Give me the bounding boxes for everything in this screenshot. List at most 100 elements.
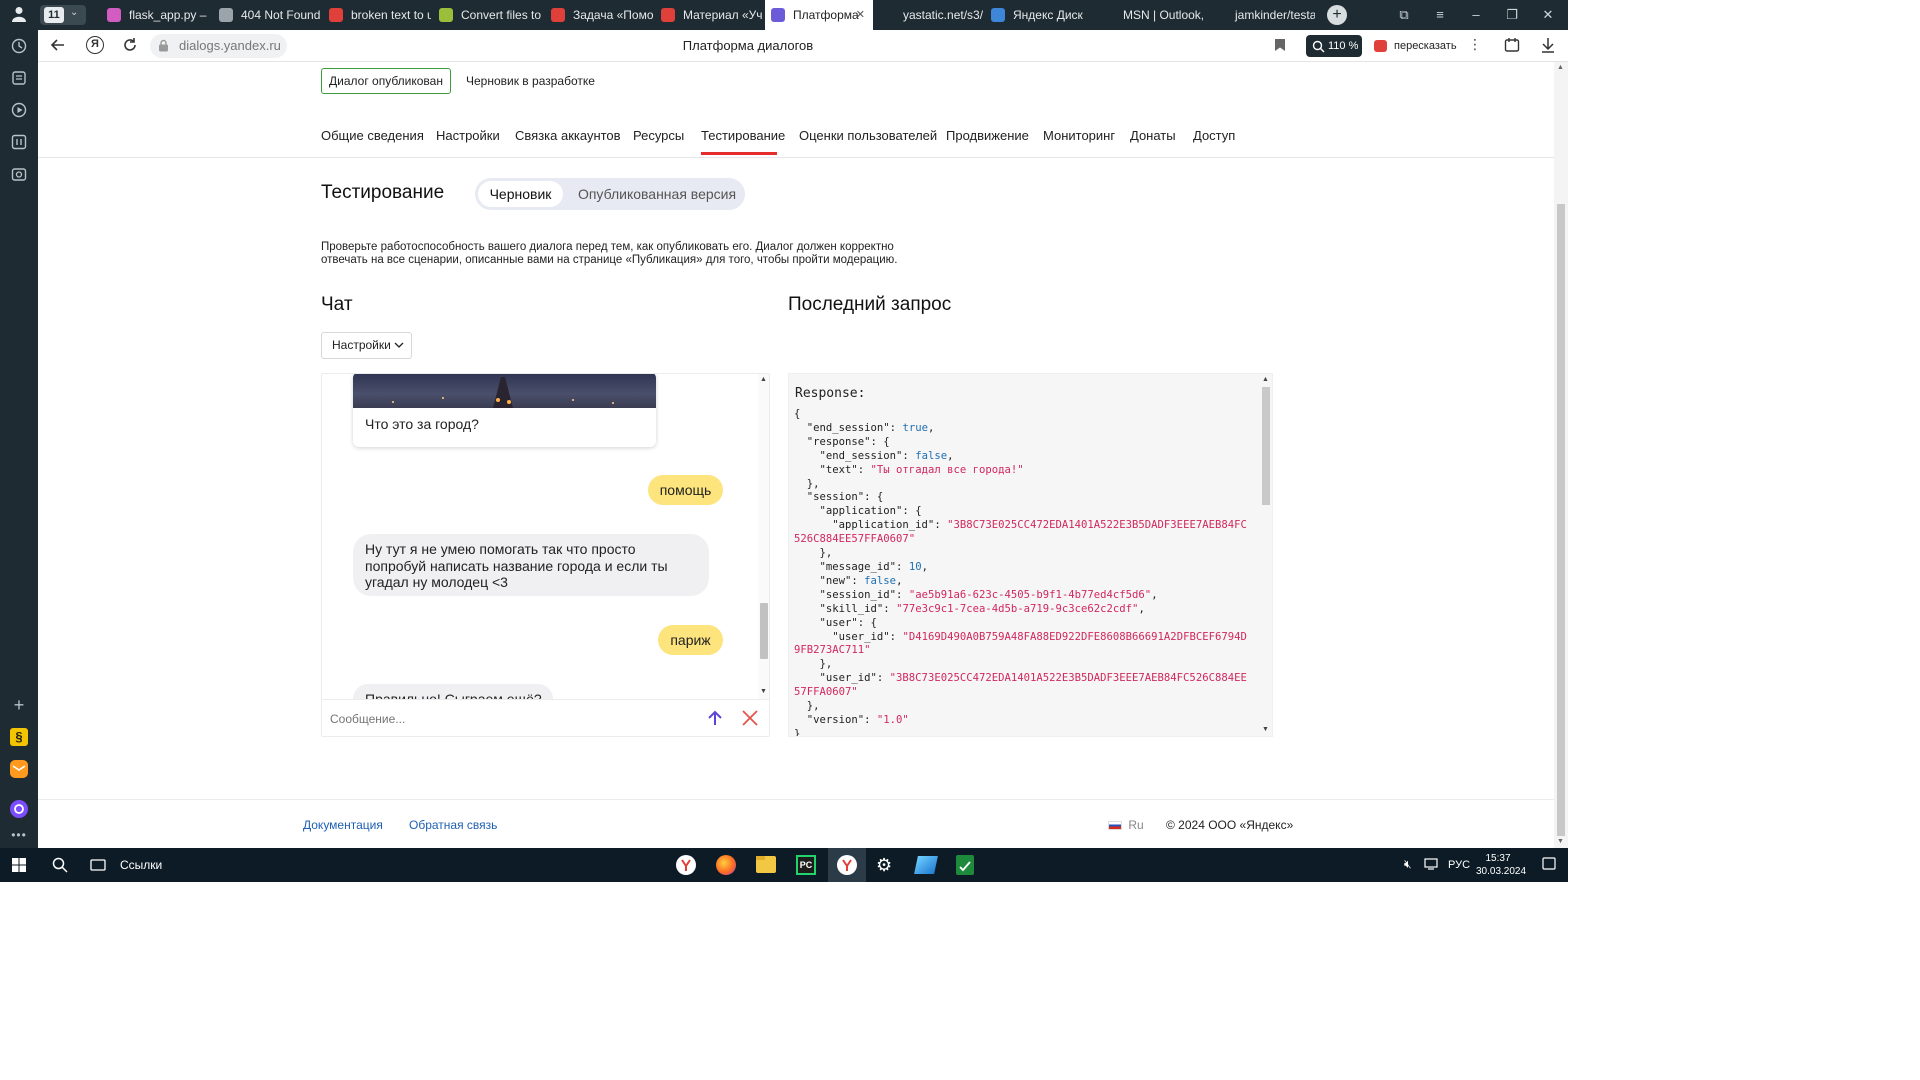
network-icon[interactable]: [1424, 857, 1440, 874]
scroll-down-arrow-icon[interactable]: ▼: [1557, 838, 1564, 845]
reload-icon[interactable]: [122, 37, 138, 56]
tabs-icon[interactable]: [10, 134, 28, 152]
tab-favicon-icon: [1101, 8, 1115, 22]
url-pill[interactable]: dialogs.yandex.ru: [150, 34, 287, 58]
tab-donations[interactable]: Донаты: [1130, 128, 1176, 143]
yandex-browser-active-icon[interactable]: [837, 855, 857, 875]
chat-scroll-thumb[interactable]: [760, 603, 768, 659]
user-message: париж: [658, 625, 723, 655]
restore-icon[interactable]: ❐: [1503, 6, 1521, 24]
retell-button[interactable]: пересказать: [1374, 35, 1458, 57]
clear-close-icon[interactable]: [742, 710, 758, 729]
downloads-panel-icon[interactable]: [1504, 37, 1520, 56]
notifications-icon[interactable]: [1542, 857, 1556, 874]
add-panel-icon[interactable]: +: [10, 696, 28, 714]
published-status-button[interactable]: Диалог опубликован: [321, 68, 451, 94]
browser-tab-bar: 11 ⌄ flask_app.py – r 404 Not Found broken…: [0, 0, 1568, 30]
clock-date: 30.03.2024: [1476, 866, 1527, 877]
pycharm-app-icon[interactable]: PC: [796, 855, 816, 875]
new-tab-plus-icon[interactable]: +: [1327, 5, 1347, 25]
chat-messages[interactable]: Что это за город? помощь Ну тут я не уме…: [322, 374, 758, 699]
windows-start-icon[interactable]: [12, 858, 26, 875]
mail-app-icon[interactable]: [10, 760, 28, 778]
language-label: Ru: [1128, 818, 1144, 832]
tab-settings[interactable]: Настройки: [436, 128, 500, 143]
tab-testing[interactable]: Тестирование: [701, 128, 785, 143]
page-scrollbar[interactable]: ▲ ▼: [1554, 62, 1568, 848]
browser-tab[interactable]: Задача «Помо: [545, 0, 653, 30]
more-vertical-icon[interactable]: ⋮: [1468, 36, 1482, 53]
language-switcher[interactable]: Ru: [1108, 818, 1144, 832]
page-scroll-thumb[interactable]: [1557, 204, 1565, 836]
json-line: }: [794, 727, 801, 736]
task-view-icon[interactable]: [90, 857, 106, 876]
clock[interactable]: 15:37 30.03.2024: [1476, 852, 1527, 878]
browser-tab[interactable]: Материал «Уче: [655, 0, 763, 30]
section-app-icon[interactable]: §: [10, 728, 28, 746]
json-line: {: [794, 408, 801, 420]
taskbar-search-label[interactable]: Ссылки: [120, 858, 162, 872]
browser-tab[interactable]: yastatic.net/s3/: [875, 0, 983, 30]
message-input[interactable]: [330, 708, 690, 730]
firefox-app-icon[interactable]: [716, 855, 736, 875]
browser-tab[interactable]: Convert files to: [433, 0, 541, 30]
browser-tab[interactable]: 404 Not Found: [213, 0, 321, 30]
tab-user-ratings[interactable]: Оценки пользователей: [799, 128, 937, 143]
settings-gear-icon[interactable]: ⚙: [876, 855, 892, 875]
keyboard-language[interactable]: РУС: [1448, 859, 1470, 871]
notes-icon[interactable]: [10, 70, 28, 88]
history-icon[interactable]: [10, 38, 28, 56]
alice-icon[interactable]: [10, 800, 28, 818]
bookmark-icon[interactable]: [1274, 38, 1286, 55]
browser-tab[interactable]: broken text to u: [323, 0, 431, 30]
tab-promotion[interactable]: Продвижение: [946, 128, 1029, 143]
browser-tab[interactable]: flask_app.py – r: [101, 0, 209, 30]
screenshot-icon[interactable]: [10, 166, 28, 184]
scroll-up-arrow-icon[interactable]: ▲: [1557, 64, 1564, 71]
yandex-browser-app-icon[interactable]: [676, 855, 696, 875]
tab-monitoring[interactable]: Мониторинг: [1043, 128, 1115, 143]
tab-title: 404 Not Found: [241, 8, 321, 22]
minimize-icon[interactable]: –: [1467, 6, 1485, 24]
tab-title: Материал «Уче: [683, 8, 763, 22]
collections-icon[interactable]: ⧉: [1395, 6, 1413, 24]
volume-muted-icon[interactable]: 🔇︎: [1404, 857, 1412, 872]
toggle-draft[interactable]: Черновик: [478, 181, 563, 207]
close-tab-icon[interactable]: ✕: [856, 8, 865, 21]
profile-icon[interactable]: [10, 6, 28, 24]
scroll-up-arrow-icon[interactable]: ▲: [760, 376, 767, 383]
menu-icon[interactable]: ≡: [1431, 6, 1449, 24]
tab-general[interactable]: Общие сведения: [321, 128, 424, 143]
draft-link[interactable]: Черновик в разработке: [466, 74, 595, 88]
more-icon[interactable]: •••: [10, 826, 28, 844]
browser-tab[interactable]: jamkinder/testa: [1207, 0, 1315, 30]
tab-resources[interactable]: Ресурсы: [633, 128, 684, 143]
tab-access[interactable]: Доступ: [1193, 128, 1235, 143]
toggle-published[interactable]: Опубликованная версия: [577, 181, 737, 207]
tab-title: Задача «Помо: [573, 8, 653, 22]
back-arrow-icon[interactable]: [50, 37, 66, 57]
close-window-icon[interactable]: ✕: [1539, 6, 1557, 24]
zoom-indicator[interactable]: 110 %: [1306, 35, 1362, 57]
tab-group-button[interactable]: 11 ⌄: [40, 5, 86, 25]
scroll-down-arrow-icon[interactable]: ▼: [760, 688, 767, 695]
send-arrow-icon[interactable]: [706, 709, 724, 730]
yandex-logo-icon[interactable]: Я: [86, 36, 104, 54]
browser-tab[interactable]: MSN | Outlook,: [1095, 0, 1203, 30]
tab-account-linking[interactable]: Связка аккаунтов: [515, 128, 621, 143]
browser-tab[interactable]: Платформа ✕: [765, 0, 873, 30]
spreadsheet-app-icon[interactable]: [956, 855, 974, 875]
search-icon[interactable]: [52, 857, 68, 876]
download-icon[interactable]: [1540, 37, 1556, 56]
tab-title: Convert files to: [461, 8, 541, 22]
file-explorer-app-icon[interactable]: [756, 856, 776, 873]
feedback-link[interactable]: Обратная связь: [409, 818, 497, 832]
chat-title: Чат: [321, 294, 353, 315]
play-icon[interactable]: [10, 102, 28, 120]
chat-settings-button[interactable]: Настройки: [321, 332, 412, 359]
chat-scrollbar[interactable]: ▲ ▼: [758, 374, 769, 699]
notebook-app-icon[interactable]: [914, 856, 938, 874]
scroll-up-arrow-icon[interactable]: ▲: [1262, 376, 1269, 383]
docs-link[interactable]: Документация: [303, 818, 383, 832]
browser-tab[interactable]: Яндекс Диск: [985, 0, 1093, 30]
